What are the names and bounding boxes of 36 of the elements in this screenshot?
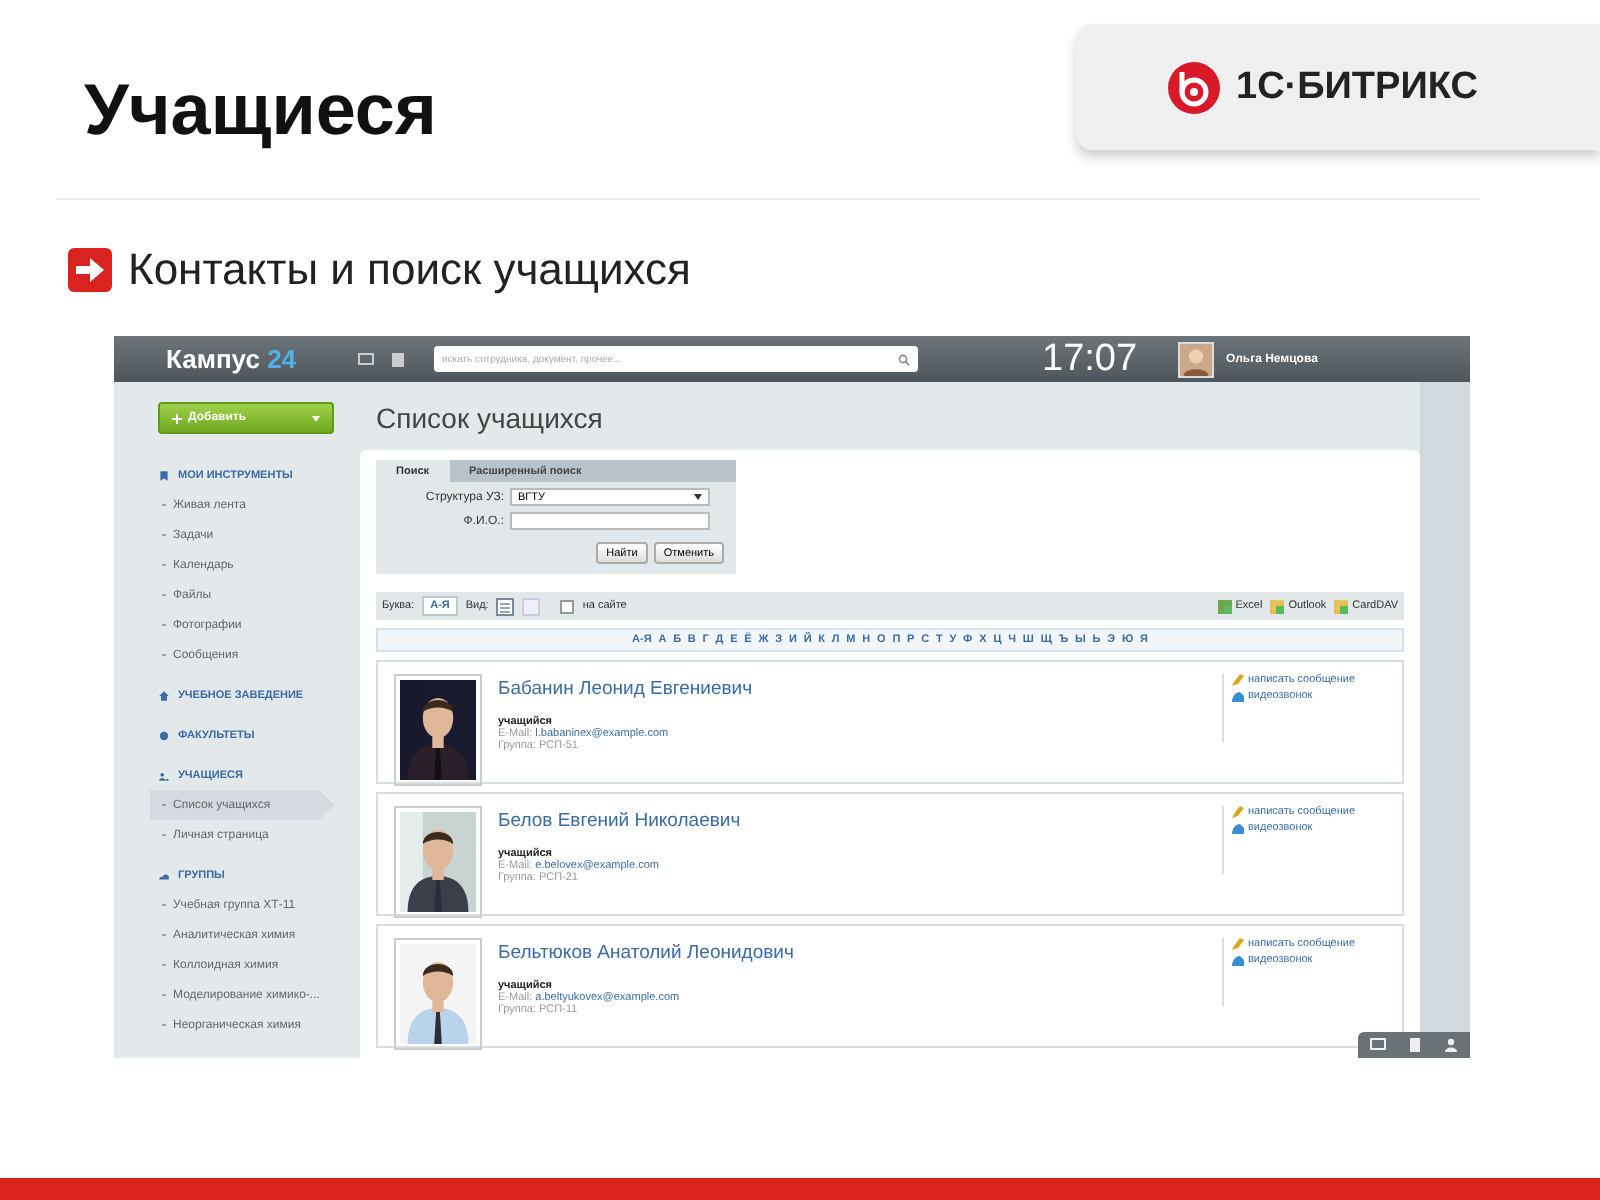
monitor-icon[interactable]	[358, 351, 374, 367]
logo-text: 1С·БИТРИКС	[1236, 65, 1478, 109]
slide-title: Учащиеся	[84, 68, 437, 152]
book-icon[interactable]	[1407, 1038, 1422, 1052]
camera-icon	[1232, 954, 1244, 966]
online-checkbox[interactable]	[560, 599, 575, 613]
app-logo: Кампус 24	[166, 344, 299, 374]
student-name[interactable]: Белов Евгений Николаевич	[498, 810, 1206, 832]
student-name[interactable]: Бельтюков Анатолий Леонидович	[498, 942, 1206, 964]
book-icon[interactable]	[390, 351, 406, 367]
gear-icon	[158, 729, 170, 741]
logo-icon	[1168, 61, 1220, 113]
clock: 17:07	[1042, 337, 1140, 381]
bullet-text: Контакты и поиск учащихся	[128, 244, 691, 296]
user-icon[interactable]	[1444, 1038, 1459, 1052]
people-icon	[158, 769, 170, 781]
list-view-icon[interactable]	[496, 597, 515, 615]
pencil-icon	[1232, 806, 1244, 818]
page-title: Список учащихся	[376, 402, 605, 434]
plus-icon	[172, 413, 182, 423]
input-field[interactable]	[510, 512, 710, 530]
search-icon[interactable]	[898, 353, 910, 365]
export-icon	[1334, 599, 1349, 613]
camera-icon	[1232, 822, 1244, 834]
pencil-icon	[1232, 938, 1244, 950]
caret-icon	[694, 494, 702, 500]
bookmark-icon	[158, 469, 170, 481]
export-icon	[1217, 599, 1232, 613]
student-name[interactable]: Бабанин Леонид Евгениевич	[498, 678, 1206, 700]
caret-icon	[312, 415, 320, 421]
house-icon	[158, 689, 170, 701]
avatar[interactable]	[1178, 341, 1214, 377]
camera-icon	[1232, 690, 1244, 702]
pencil-icon	[1232, 674, 1244, 686]
export-icon	[1270, 599, 1285, 613]
cloud-icon	[158, 869, 170, 881]
